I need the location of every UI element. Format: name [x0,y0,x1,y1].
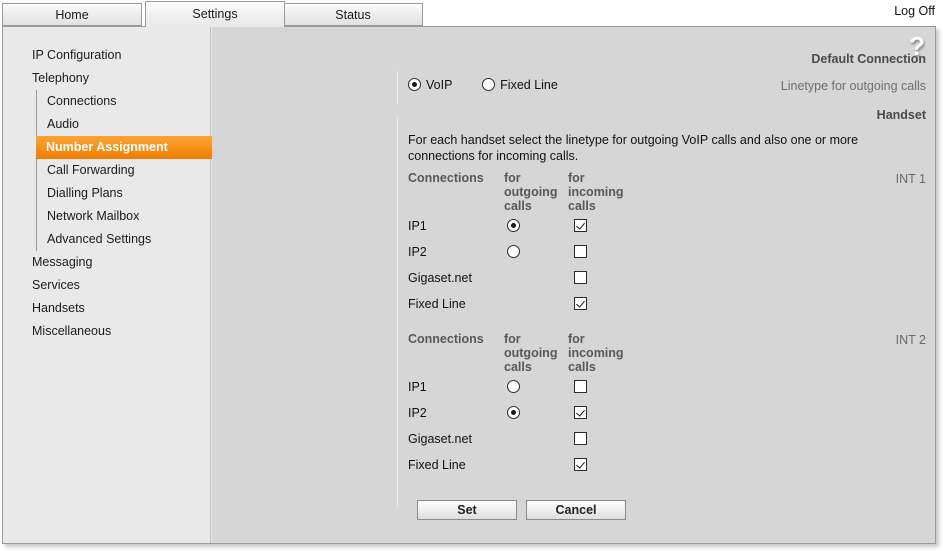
checkbox-incoming[interactable] [574,432,587,445]
sidebar-navigation: IP Configuration Telephony Connections A… [3,27,211,543]
connection-name: IP2 [408,406,427,420]
column-header-connections: Connections [408,332,484,346]
incoming-cell [574,245,587,259]
incoming-cell [574,219,587,233]
sidebar-item-call-forwarding[interactable]: Call Forwarding [37,159,211,182]
cancel-button[interactable]: Cancel [526,500,626,520]
connection-name: Fixed Line [408,297,466,311]
telephony-submenu: Connections Audio Number Assignment Call… [36,90,211,251]
sidebar-item-messaging[interactable]: Messaging [3,251,211,274]
radio-outgoing[interactable] [507,245,520,258]
connection-name: Fixed Line [408,458,466,472]
checkbox-incoming[interactable] [574,458,587,471]
nav-list: IP Configuration Telephony Connections A… [3,44,211,343]
sidebar-item-miscellaneous[interactable]: Miscellaneous [3,320,211,343]
table-row: IP1 [408,377,738,403]
outgoing-cell [507,406,520,420]
tab-bar: Home Settings Status Log Off [0,0,943,27]
outgoing-cell [507,380,520,394]
table-row: Fixed Line [408,455,738,481]
radio-outgoing[interactable] [507,380,520,393]
column-header-incoming: for incoming calls [568,171,634,213]
sidebar-item-services[interactable]: Services [3,274,211,297]
connection-name: IP1 [408,219,427,233]
int2-label: INT 2 [760,333,935,347]
checkbox-incoming[interactable] [574,380,587,393]
incoming-cell [574,297,587,311]
tab-home[interactable]: Home [2,3,142,26]
column-header-connections: Connections [408,171,484,185]
handset-title: Handset [760,108,935,122]
checkbox-incoming[interactable] [574,245,587,258]
radio-fixed-line-label: Fixed Line [500,78,558,92]
column-header-outgoing: for outgoing calls [504,332,564,374]
checkbox-incoming[interactable] [574,271,587,284]
sidebar-item-advanced-settings[interactable]: Advanced Settings [37,228,211,251]
checkbox-incoming[interactable] [574,219,587,232]
sidebar-item-audio[interactable]: Audio [37,113,211,136]
main-window: IP Configuration Telephony Connections A… [2,26,936,544]
gigaset-web-configurator: Home Settings Status Log Off IP Configur… [0,0,943,551]
log-off-link[interactable]: Log Off [894,4,935,18]
default-connection-title: Default Connection [760,52,935,66]
outgoing-cell [507,219,520,233]
linetype-label: Linetype for outgoing calls [760,79,935,93]
connection-name: Gigaset.net [408,432,472,446]
incoming-cell [574,380,587,394]
checkbox-incoming[interactable] [574,406,587,419]
column-header-outgoing: for outgoing calls [504,171,564,213]
sidebar-item-ip-configuration[interactable]: IP Configuration [3,44,211,67]
sidebar-item-handsets[interactable]: Handsets [3,297,211,320]
incoming-cell [574,432,587,446]
table-row: IP2 [408,403,738,429]
content-panel: ? Default Connection Linetype for outgoi… [212,27,935,543]
column-header-incoming: for incoming calls [568,332,634,374]
outgoing-cell [507,245,520,259]
divider-main [397,117,398,507]
radio-outgoing[interactable] [507,219,520,232]
divider-top [397,71,398,104]
int1-label: INT 1 [760,172,935,186]
sidebar-item-telephony[interactable]: Telephony [3,67,211,90]
radio-fixed-line[interactable] [482,78,495,91]
radio-voip[interactable] [408,78,421,91]
checkbox-incoming[interactable] [574,297,587,310]
set-button[interactable]: Set [417,500,517,520]
sidebar-item-number-assignment[interactable]: Number Assignment [36,136,220,159]
incoming-cell [574,458,587,472]
linetype-radio-group: VoIP Fixed Line [408,78,558,92]
radio-outgoing[interactable] [507,406,520,419]
incoming-cell [574,406,587,420]
connection-name: IP2 [408,245,427,259]
radio-voip-label: VoIP [426,78,452,92]
connection-name: Gigaset.net [408,271,472,285]
incoming-cell [574,271,587,285]
table-row: IP1 [408,216,738,242]
table-row: IP2 [408,242,738,268]
table-row: Gigaset.net [408,429,738,455]
sidebar-item-dialling-plans[interactable]: Dialling Plans [37,182,211,205]
table-row: Gigaset.net [408,268,738,294]
sidebar-item-network-mailbox[interactable]: Network Mailbox [37,205,211,228]
handset-description: For each handset select the linetype for… [408,132,878,164]
sidebar-item-connections[interactable]: Connections [37,90,211,113]
connection-name: IP1 [408,380,427,394]
table-row: Fixed Line [408,294,738,320]
tab-settings[interactable]: Settings [145,1,285,27]
tab-status[interactable]: Status [283,3,423,26]
